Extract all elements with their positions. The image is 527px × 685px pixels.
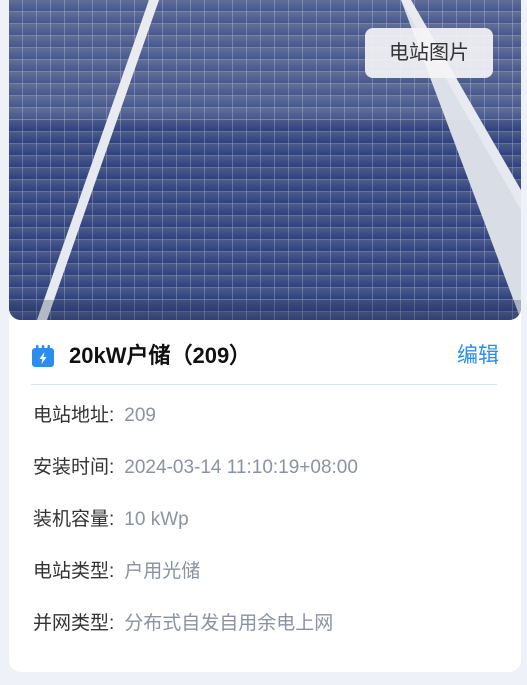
info-value: 分布式自发自用余电上网 bbox=[124, 613, 334, 634]
info-value: 户用光储 bbox=[124, 561, 201, 582]
info-row-install-time: 安装时间: 2024-03-14 11:10:19+08:00 bbox=[33, 452, 503, 504]
station-name: 20kW户储（209） bbox=[69, 343, 252, 368]
divider bbox=[31, 384, 497, 385]
station-photo[interactable]: 电站图片 bbox=[9, 0, 521, 320]
info-row-station-type: 电站类型: 户用光储 bbox=[33, 556, 503, 608]
station-title-row: 20kW户储（209） 编辑 bbox=[31, 336, 499, 376]
info-label: 并网类型: bbox=[33, 613, 115, 634]
info-row-address: 电站地址: 209 bbox=[33, 400, 503, 452]
info-value: 2024-03-14 11:10:19+08:00 bbox=[124, 457, 358, 478]
info-label: 装机容量: bbox=[33, 509, 115, 530]
info-label: 电站类型: bbox=[33, 561, 115, 582]
info-row-grid-type: 并网类型: 分布式自发自用余电上网 bbox=[33, 608, 503, 660]
station-info-list: 电站地址: 209 安装时间: 2024-03-14 11:10:19+08:00 … bbox=[33, 400, 503, 660]
info-row-capacity: 装机容量: 10 kWp bbox=[33, 504, 503, 556]
info-value: 10 kWp bbox=[124, 509, 189, 530]
edit-button[interactable]: 编辑 bbox=[457, 342, 499, 370]
photo-tag-button[interactable]: 电站图片 bbox=[365, 28, 493, 78]
station-icon bbox=[32, 345, 54, 367]
info-value: 209 bbox=[124, 405, 156, 426]
info-label: 电站地址: bbox=[33, 405, 115, 426]
info-label: 安装时间: bbox=[33, 457, 115, 478]
station-card: 电站图片 20kW户储（209） 编辑 电站地址: 209 安装时间: 2024-0… bbox=[9, 0, 521, 672]
